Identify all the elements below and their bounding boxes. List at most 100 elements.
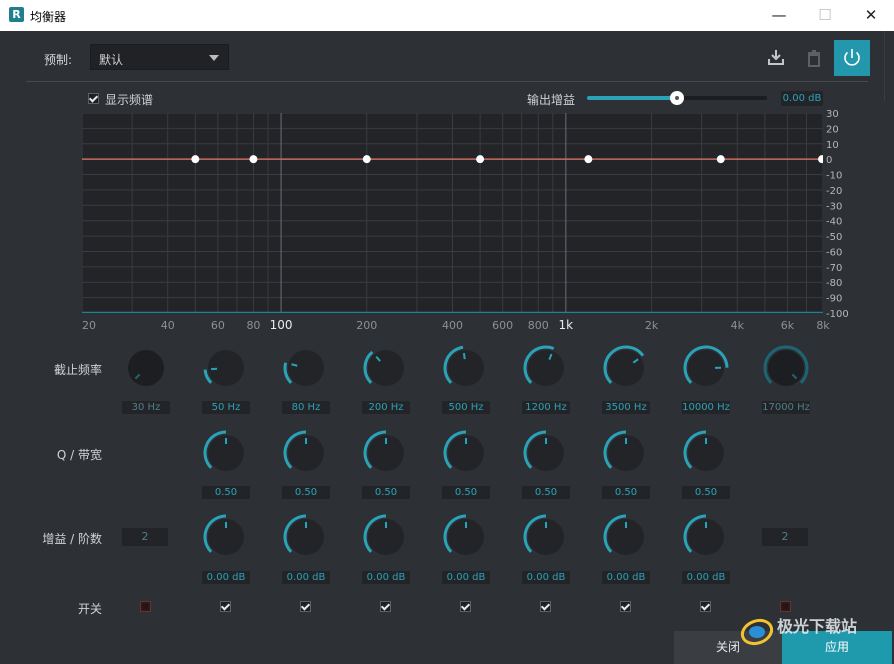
save-preset-button[interactable]: [761, 43, 791, 73]
x-tick-label: 400: [442, 319, 463, 332]
band-7-gain-value[interactable]: 0.00 dB: [682, 571, 730, 584]
band-6-frequency-value[interactable]: 3500 Hz: [602, 401, 650, 414]
band-2-frequency-value[interactable]: 80 Hz: [282, 401, 330, 414]
band-2-frequency-knob[interactable]: [282, 344, 330, 392]
band-3-gain-value[interactable]: 0.00 dB: [362, 571, 410, 584]
y-tick-label: -50: [826, 232, 842, 243]
band-4-enable-checkbox[interactable]: [460, 601, 471, 612]
band-5-frequency-knob[interactable]: [522, 344, 570, 392]
band-6-frequency-knob[interactable]: [602, 344, 650, 392]
x-tick-label: 200: [356, 319, 377, 332]
band-1-enable-checkbox[interactable]: [220, 601, 231, 612]
x-tick-label: 8k: [816, 319, 830, 332]
power-icon: [844, 49, 860, 66]
y-tick-label: -20: [826, 186, 842, 197]
band-5-frequency-value[interactable]: 1200 Hz: [522, 401, 570, 414]
band-2-q-value[interactable]: 0.50: [282, 486, 330, 499]
chevron-down-icon: [209, 55, 219, 61]
band-1-gain-knob[interactable]: [202, 513, 250, 561]
low-cut-enable-checkbox[interactable]: [140, 601, 151, 612]
eq-chart[interactable]: [82, 113, 823, 313]
y-tick-label: -30: [826, 201, 842, 212]
band-5-q-value[interactable]: 0.50: [522, 486, 570, 499]
y-tick-label: 10: [826, 140, 839, 151]
band-5-gain-knob[interactable]: [522, 513, 570, 561]
band-2-q-knob[interactable]: [282, 429, 330, 477]
eq-control-point: [249, 155, 258, 164]
minimize-button[interactable]: —: [756, 0, 802, 31]
band-6-gain-value[interactable]: 0.00 dB: [602, 571, 650, 584]
band-3-frequency-knob[interactable]: [362, 344, 410, 392]
band-1-q-knob[interactable]: [202, 429, 250, 477]
band-4-frequency-value[interactable]: 500 Hz: [442, 401, 490, 414]
band-7-frequency-knob[interactable]: [682, 344, 730, 392]
band-7-gain-knob[interactable]: [682, 513, 730, 561]
download-icon: [768, 50, 784, 65]
band-3-frequency-value[interactable]: 200 Hz: [362, 401, 410, 414]
low-cut-knob-body: [128, 350, 164, 386]
output-gain-value[interactable]: 0.00 dB: [781, 91, 823, 106]
band-4-gain-knob[interactable]: [442, 513, 490, 561]
output-gain-handle[interactable]: [670, 91, 684, 105]
band-5-gain-value[interactable]: 0.00 dB: [522, 571, 570, 584]
low-cut-frequency-knob[interactable]: [122, 344, 170, 392]
band-3-q-value[interactable]: 0.50: [362, 486, 410, 499]
band-7-enable-checkbox[interactable]: [700, 601, 711, 612]
delete-preset-button[interactable]: [799, 43, 829, 73]
band-1-q-value[interactable]: 0.50: [202, 486, 250, 499]
maximize-button[interactable]: ☐: [802, 0, 848, 31]
band-3-q-knob[interactable]: [362, 429, 410, 477]
band-3-gain-knob[interactable]: [362, 513, 410, 561]
band-7-frequency-value[interactable]: 10000 Hz: [682, 401, 730, 414]
band-6-enable-checkbox[interactable]: [620, 601, 631, 612]
title-bar: R 均衡器 — ☐ ✕: [0, 0, 894, 31]
window-title: 均衡器: [30, 10, 67, 24]
output-gain-slider[interactable]: [587, 91, 767, 105]
band-4-gain-value[interactable]: 0.00 dB: [442, 571, 490, 584]
low-cut-frequency-value[interactable]: 30 Hz: [122, 401, 170, 414]
x-tick-label: 600: [492, 319, 513, 332]
gain-row-label: 增益 / 阶数: [42, 532, 102, 546]
band-1-gain-value[interactable]: 0.00 dB: [202, 571, 250, 584]
band-2-gain-knob[interactable]: [282, 513, 330, 561]
eq-control-point: [716, 155, 725, 164]
high-cut-order-value[interactable]: 2: [762, 528, 808, 546]
band-1-frequency-value[interactable]: 50 Hz: [202, 401, 250, 414]
x-tick-label: 100: [270, 318, 293, 332]
band-6-gain-knob[interactable]: [602, 513, 650, 561]
band-5-q-knob[interactable]: [522, 429, 570, 477]
band-6-q-knob[interactable]: [602, 429, 650, 477]
x-tick-label: 20: [82, 319, 96, 332]
power-button[interactable]: [834, 40, 870, 76]
x-tick-label: 80: [246, 319, 260, 332]
band-2-enable-checkbox[interactable]: [300, 601, 311, 612]
y-tick-label: 20: [826, 124, 839, 135]
eq-control-point: [362, 155, 371, 164]
x-tick-label: 2k: [645, 319, 659, 332]
y-tick-label: 0: [826, 155, 832, 166]
y-tick-label: 30: [826, 109, 839, 120]
watermark-logo: 极光下载站: [735, 608, 885, 658]
band-1-frequency-knob[interactable]: [202, 344, 250, 392]
band-7-q-knob[interactable]: [682, 429, 730, 477]
band-3-enable-checkbox[interactable]: [380, 601, 391, 612]
show-spectrum-checkbox[interactable]: [88, 93, 99, 104]
band-4-frequency-knob[interactable]: [442, 344, 490, 392]
close-window-button[interactable]: ✕: [848, 0, 894, 31]
cutoff-row-label: 截止频率: [53, 363, 102, 377]
band-7-q-value[interactable]: 0.50: [682, 486, 730, 499]
low-cut-order-value[interactable]: 2: [122, 528, 168, 546]
band-5-enable-checkbox[interactable]: [540, 601, 551, 612]
show-spectrum-label: 显示频谱: [105, 93, 154, 107]
high-cut-frequency-value[interactable]: 17000 Hz: [762, 401, 810, 414]
band-2-gain-value[interactable]: 0.00 dB: [282, 571, 330, 584]
trash-icon: [808, 50, 820, 67]
band-6-q-value[interactable]: 0.50: [602, 486, 650, 499]
band-4-q-knob[interactable]: [442, 429, 490, 477]
toolbar-divider: [26, 81, 868, 82]
high-cut-frequency-knob[interactable]: [762, 344, 810, 392]
y-tick-label: -80: [826, 278, 842, 289]
band-4-q-value[interactable]: 0.50: [442, 486, 490, 499]
switch-row-label: 开关: [77, 602, 102, 616]
preset-dropdown[interactable]: 默认: [90, 44, 229, 70]
